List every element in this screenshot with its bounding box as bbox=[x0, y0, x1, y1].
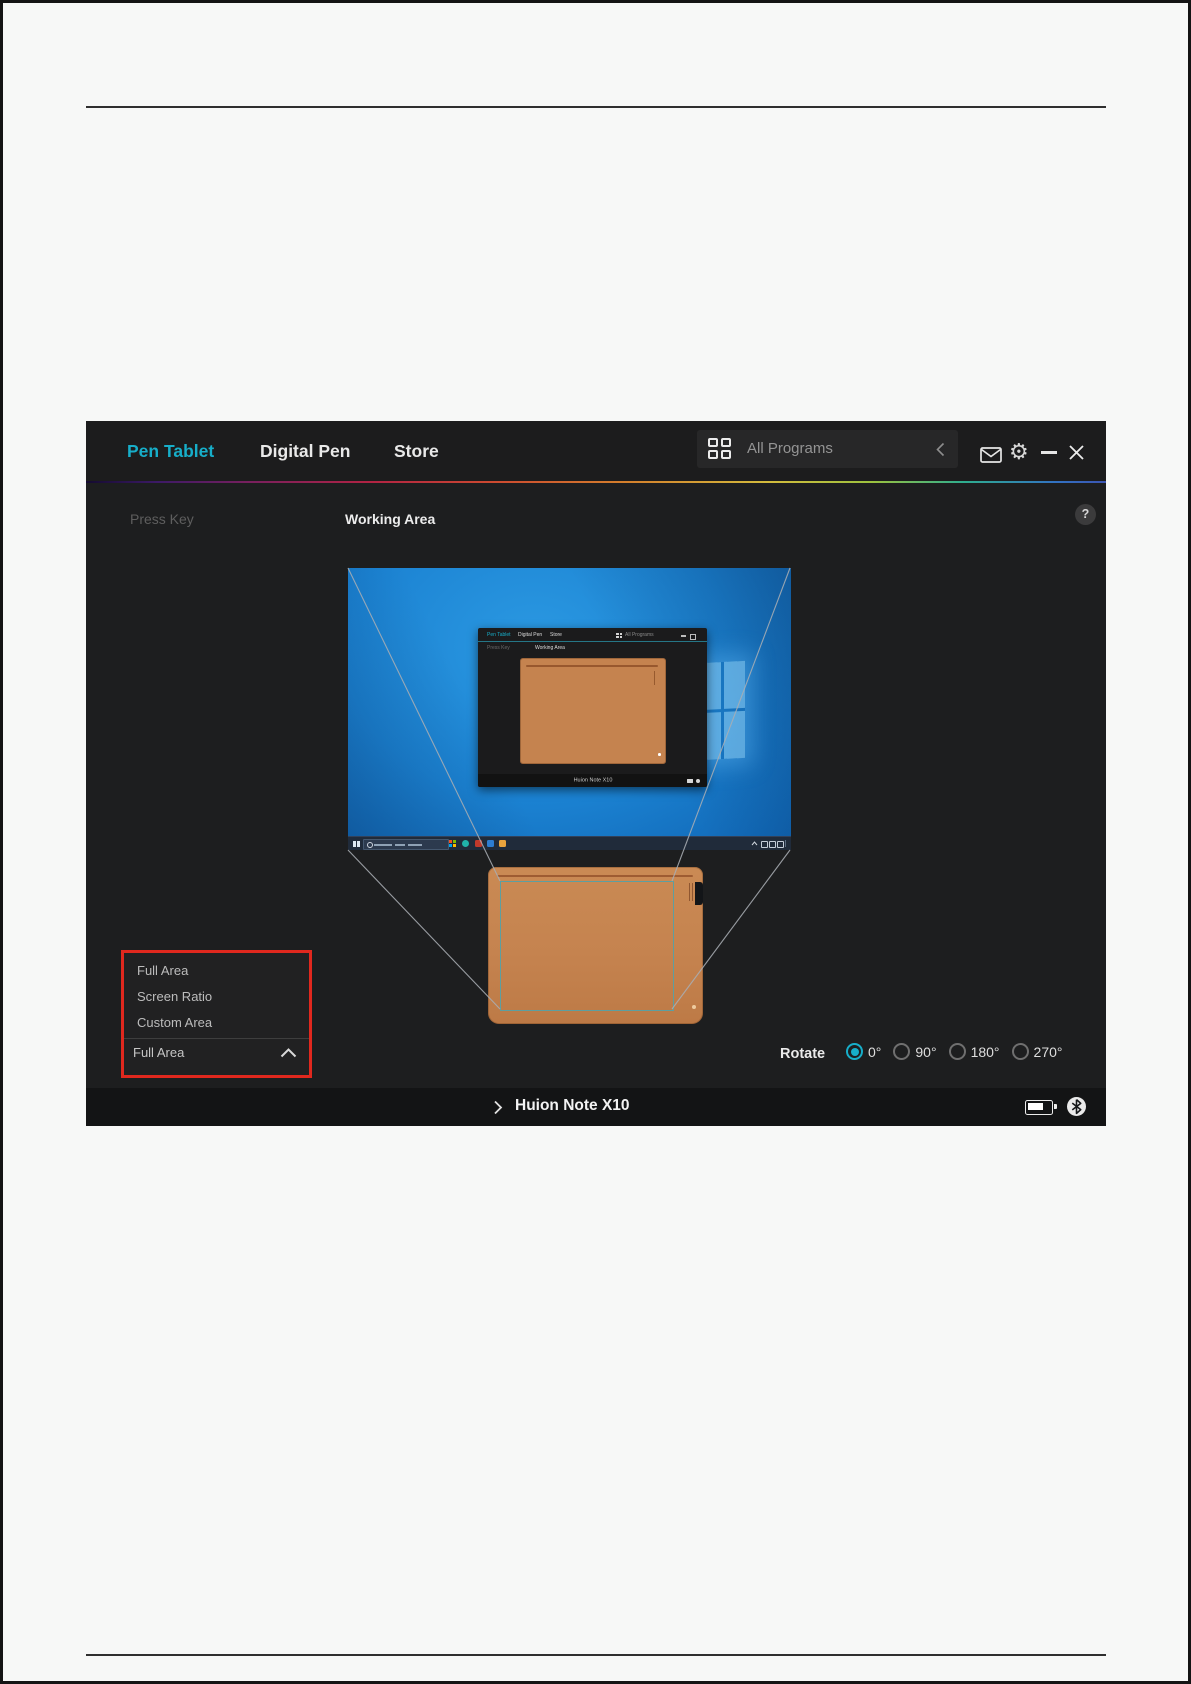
dropdown-option-custom-area[interactable]: Custom Area bbox=[124, 1010, 309, 1036]
taskbar-search bbox=[363, 839, 449, 850]
mini-driver-window: Pen Tablet Digital Pen Store All Program… bbox=[478, 628, 707, 787]
taskbar-app-icon bbox=[499, 840, 506, 847]
mini-footer-bar: Huion Note X10 bbox=[478, 774, 707, 787]
tablet-dock-line bbox=[689, 883, 691, 901]
start-button-icon bbox=[353, 840, 360, 848]
grid-icon bbox=[708, 438, 731, 459]
tab-store[interactable]: Store bbox=[394, 421, 439, 481]
tab-pen-tablet[interactable]: Pen Tablet bbox=[127, 421, 214, 481]
rotate-options: 0° 90° 180° 270° bbox=[846, 1043, 1075, 1060]
tablet-groove bbox=[497, 875, 693, 877]
device-name[interactable]: Huion Note X10 bbox=[515, 1097, 630, 1115]
device-bar: Huion Note X10 bbox=[86, 1088, 1106, 1126]
mini-press-key-label: Press Key bbox=[487, 645, 510, 651]
gear-icon[interactable]: ⚙ bbox=[1009, 440, 1029, 464]
bottom-rule bbox=[86, 1654, 1106, 1656]
rotate-label: Rotate bbox=[780, 1046, 826, 1062]
taskbar-app-icon bbox=[449, 840, 456, 847]
tablet-side-button bbox=[695, 882, 703, 905]
radio-icon[interactable] bbox=[1011, 1043, 1029, 1060]
area-dropdown: Full Area Screen Ratio Custom Area Full … bbox=[124, 953, 309, 1075]
mini-tablet-dock bbox=[654, 671, 656, 685]
bluetooth-icon bbox=[1067, 1097, 1086, 1116]
radio-icon[interactable] bbox=[893, 1043, 911, 1060]
chevron-left-icon[interactable] bbox=[936, 442, 945, 457]
all-programs-label: All Programs bbox=[747, 440, 833, 457]
mini-minimize-icon bbox=[681, 635, 686, 637]
mini-device-name: Huion Note X10 bbox=[573, 777, 612, 784]
rotate-option-0[interactable]: 0° bbox=[846, 1043, 881, 1060]
mini-pen-dot bbox=[658, 753, 661, 756]
tablet-preview bbox=[488, 867, 703, 1024]
taskbar-app-icon bbox=[475, 840, 482, 847]
mail-icon[interactable] bbox=[980, 447, 1002, 463]
taskbar-app-icon bbox=[462, 840, 469, 847]
dropdown-selected-value[interactable]: Full Area bbox=[124, 1039, 309, 1067]
tablet-pen-dot bbox=[692, 1005, 696, 1009]
battery-icon bbox=[1025, 1100, 1057, 1115]
mini-rainbow-divider bbox=[478, 641, 707, 642]
mini-battery-icon bbox=[687, 779, 693, 783]
mini-bluetooth-icon bbox=[695, 778, 700, 783]
mini-tablet-groove bbox=[526, 665, 658, 667]
tray-chevron-up-icon bbox=[751, 841, 758, 846]
top-rule bbox=[86, 106, 1106, 108]
chevron-up-icon[interactable] bbox=[280, 1048, 297, 1058]
mini-tab-store: Store bbox=[550, 632, 562, 638]
rotate-option-180[interactable]: 180° bbox=[948, 1043, 1000, 1060]
radio-icon[interactable] bbox=[948, 1043, 966, 1060]
chevron-right-icon[interactable] bbox=[493, 1100, 503, 1115]
mini-working-area-label: Working Area bbox=[535, 645, 565, 651]
mini-grid-icon bbox=[616, 633, 622, 638]
minimize-icon[interactable] bbox=[1041, 451, 1057, 454]
area-dropdown-highlight: Full Area Screen Ratio Custom Area Full … bbox=[121, 950, 312, 1078]
top-nav-bar: Pen Tablet Digital Pen Store All Program… bbox=[86, 421, 1106, 484]
mini-tab-pen-tablet: Pen Tablet bbox=[487, 632, 511, 638]
mini-close-icon bbox=[690, 634, 696, 640]
tablet-active-area bbox=[500, 881, 674, 1011]
radio-selected-icon[interactable] bbox=[846, 1043, 863, 1060]
mini-tab-digital-pen: Digital Pen bbox=[518, 632, 543, 638]
rotate-option-90[interactable]: 90° bbox=[893, 1043, 937, 1060]
tablet-dock-line bbox=[692, 883, 694, 901]
close-icon[interactable] bbox=[1068, 444, 1085, 461]
mini-tablet-area bbox=[520, 658, 666, 764]
help-icon[interactable]: ? bbox=[1075, 504, 1096, 525]
screen-preview: Pen Tablet Digital Pen Store All Program… bbox=[348, 568, 791, 850]
page-title-working-area: Working Area bbox=[345, 511, 436, 527]
taskbar-app-icon bbox=[487, 840, 494, 847]
tab-digital-pen[interactable]: Digital Pen bbox=[260, 421, 350, 481]
tray-separator bbox=[785, 840, 786, 847]
document-page: Pen Tablet Digital Pen Store All Program… bbox=[0, 0, 1191, 1684]
mini-all-programs-label: All Programs bbox=[625, 632, 654, 638]
huion-driver-window: Pen Tablet Digital Pen Store All Program… bbox=[86, 421, 1106, 1126]
all-programs-select[interactable]: All Programs bbox=[697, 430, 958, 468]
rainbow-divider bbox=[86, 481, 1106, 484]
dropdown-option-screen-ratio[interactable]: Screen Ratio bbox=[124, 984, 309, 1010]
taskbar bbox=[348, 836, 791, 850]
rotate-option-270[interactable]: 270° bbox=[1011, 1043, 1063, 1060]
sidebar-item-press-key[interactable]: Press Key bbox=[130, 511, 194, 527]
dropdown-option-full-area[interactable]: Full Area bbox=[124, 958, 309, 984]
